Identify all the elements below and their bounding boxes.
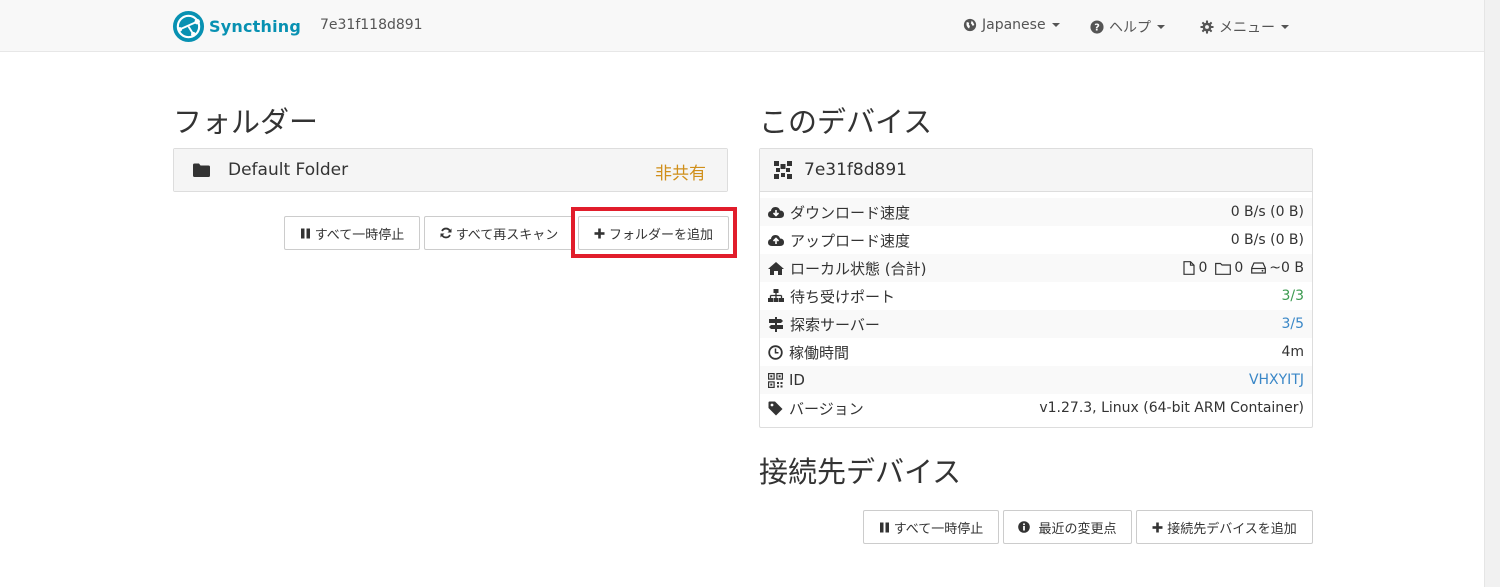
cloud-download-icon: [768, 206, 784, 218]
signpost-icon: [769, 316, 783, 332]
rescan-all-button[interactable]: すべて再スキャン: [424, 216, 574, 250]
pause-all-devices-button[interactable]: すべて一時停止: [863, 510, 999, 544]
qrcode-icon: [768, 372, 783, 388]
local-state-value: 0 0 ~0 B: [1175, 260, 1304, 276]
brand-name: Syncthing: [209, 16, 301, 36]
recent-changes-button[interactable]: 最近の変更点: [1003, 510, 1132, 544]
highlight-box: [571, 207, 737, 258]
download-rate-label: ダウンロード速度: [790, 203, 911, 222]
info-circle-icon: [1018, 521, 1031, 533]
folder-icon: [193, 163, 210, 177]
caret-down-icon: [1157, 25, 1165, 29]
local-state-row: ローカル状態 (合計) 0 0 ~0 B: [760, 254, 1312, 282]
pause-all-folders-button[interactable]: すべて一時停止: [284, 216, 420, 250]
local-size-value: ~0 B: [1269, 260, 1304, 276]
folder-header[interactable]: Default Folder 非共有: [174, 149, 727, 191]
this-device-panel[interactable]: 7e31f8d891 ダウンロード速度 0 B/s (0 B) アップロード速度…: [759, 148, 1313, 428]
add-remote-device-button[interactable]: 接続先デバイスを追加: [1136, 510, 1313, 544]
refresh-icon: [440, 227, 452, 239]
upload-rate-value: 0 B/s (0 B): [1230, 232, 1304, 248]
uptime-label: 稼働時間: [789, 343, 850, 362]
discovery-value[interactable]: 3/5: [1281, 316, 1304, 332]
pause-icon: [300, 228, 310, 238]
local-state-label: ローカル状態 (合計): [790, 259, 927, 278]
help-label: ヘルプ: [1109, 20, 1151, 36]
folder-status-badge: 非共有: [655, 164, 706, 184]
pause-icon: [879, 522, 889, 532]
home-icon: [768, 261, 784, 275]
folder-panel[interactable]: Default Folder 非共有: [173, 148, 728, 192]
recent-changes-label: 最近の変更点: [1038, 521, 1117, 537]
version-label: バージョン: [789, 399, 864, 418]
uptime-value: 4m: [1281, 344, 1304, 360]
globe-icon: [963, 18, 977, 32]
pause-all-label: すべて一時停止: [314, 227, 405, 243]
id-label: ID: [789, 371, 805, 389]
upload-rate-row: アップロード速度 0 B/s (0 B): [760, 226, 1312, 254]
rescan-all-label: すべて再スキャン: [455, 227, 559, 243]
folder-name: Default Folder: [228, 160, 349, 180]
version-row: バージョン v1.27.3, Linux (64-bit ARM Contain…: [760, 394, 1312, 422]
discovery-label: 探索サーバー: [790, 315, 880, 334]
download-rate-value: 0 B/s (0 B): [1230, 204, 1304, 220]
remote-devices-title: 接続先デバイス: [759, 455, 962, 489]
navbar-device-id: 7e31f118d891: [320, 17, 423, 33]
device-identicon-icon: [774, 161, 792, 179]
upload-rate-label: アップロード速度: [790, 231, 911, 250]
plus-icon: [1152, 522, 1163, 532]
device-id-link[interactable]: VHXYITJ: [1249, 372, 1304, 388]
local-files-count: 0: [1198, 260, 1208, 276]
file-icon: [1183, 261, 1196, 275]
scrollbar[interactable]: [1484, 0, 1500, 587]
folders-title: フォルダー: [173, 105, 319, 139]
caret-down-icon: [1051, 23, 1060, 27]
id-row: ID VHXYITJ: [760, 366, 1312, 394]
folder-outline-icon: [1215, 262, 1232, 275]
this-device-title: このデバイス: [759, 105, 933, 139]
local-dirs-count: 0: [1234, 260, 1244, 276]
listeners-label: 待ち受けポート: [790, 287, 896, 306]
download-rate-row: ダウンロード速度 0 B/s (0 B): [760, 198, 1312, 226]
uptime-row: 稼働時間 4m: [760, 338, 1312, 366]
sitemap-icon: [768, 289, 784, 302]
actions-menu[interactable]: メニュー: [1200, 17, 1289, 37]
listeners-value[interactable]: 3/3: [1281, 288, 1304, 304]
tag-icon: [768, 401, 783, 415]
menu-label: メニュー: [1219, 20, 1275, 36]
language-label: Japanese: [982, 17, 1046, 33]
add-remote-device-label: 接続先デバイスを追加: [1167, 521, 1297, 537]
syncthing-logo-icon: [172, 10, 205, 42]
device-name: 7e31f8d891: [804, 160, 907, 180]
gear-icon: [1200, 20, 1214, 34]
language-menu[interactable]: Japanese: [963, 17, 1060, 33]
caret-down-icon: [1281, 25, 1289, 29]
discovery-row: 探索サーバー 3/5: [760, 310, 1312, 338]
svg-text:?: ?: [1094, 23, 1100, 34]
pause-all-devices-label: すべて一時停止: [893, 521, 984, 537]
question-circle-icon: ?: [1090, 20, 1104, 34]
help-menu[interactable]: ? ヘルプ: [1090, 17, 1165, 37]
navbar: Syncthing 7e31f118d891 Japanese ? ヘルプ メニ…: [0, 0, 1484, 52]
clock-icon: [768, 344, 783, 360]
device-header[interactable]: 7e31f8d891: [760, 149, 1312, 192]
hdd-icon: [1251, 262, 1267, 274]
version-value: v1.27.3, Linux (64-bit ARM Container): [1039, 400, 1304, 416]
cloud-upload-icon: [768, 234, 784, 246]
listeners-row: 待ち受けポート 3/3: [760, 282, 1312, 310]
brand[interactable]: Syncthing: [172, 9, 301, 43]
